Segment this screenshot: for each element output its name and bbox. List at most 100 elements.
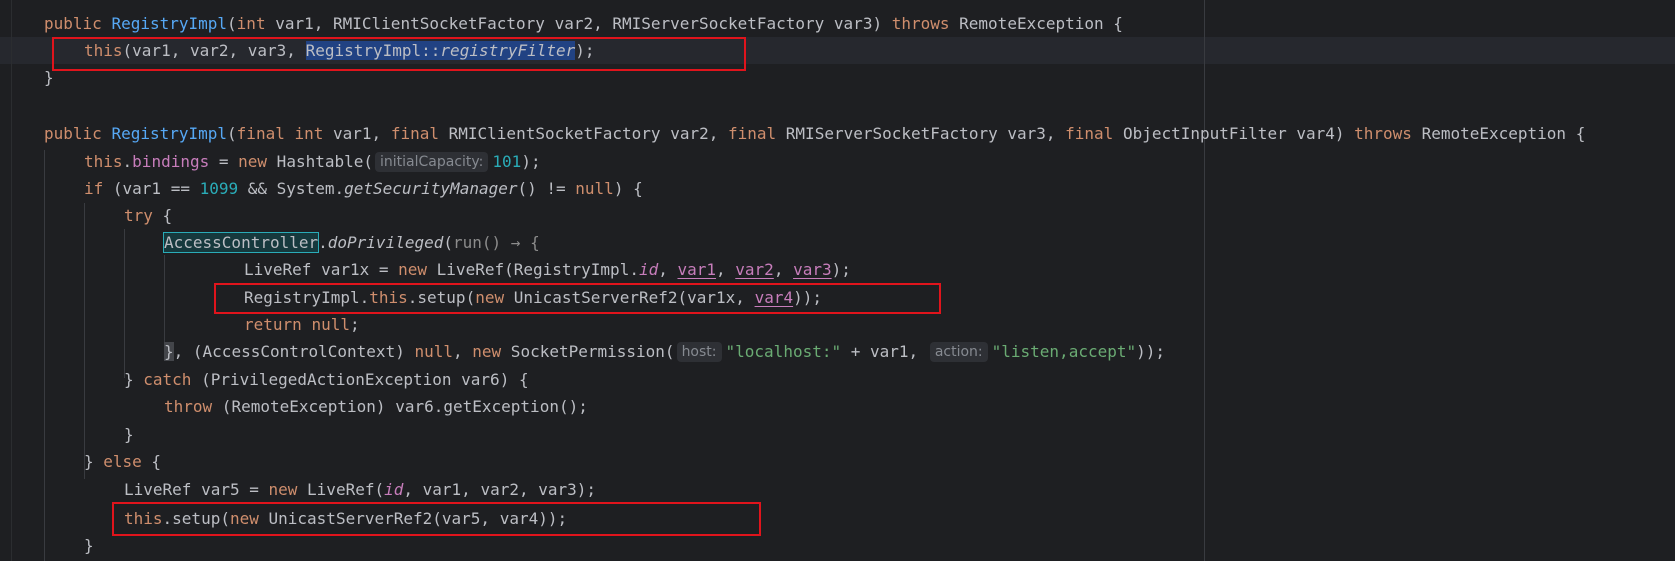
method-call: getSecurityManager [344, 179, 518, 198]
code-text: , var1, var2, var3); [403, 480, 597, 499]
code-text: . [122, 152, 133, 171]
keyword: final [390, 124, 439, 143]
code-text: . [318, 233, 328, 252]
code-line-3[interactable]: } [44, 64, 54, 91]
code-line-5[interactable]: this.bindings = new Hashtable(initialCap… [84, 148, 541, 175]
code-text: ; [349, 315, 360, 334]
code-text: (var1, var2, var3, [122, 41, 306, 60]
code-text: { [152, 206, 173, 225]
code-text: , (AccessControlContext) [173, 342, 415, 361]
code-text: , [773, 260, 794, 279]
code-line-19[interactable]: } [84, 532, 94, 559]
code-text: RemoteException { [1411, 124, 1586, 143]
keyword: null [311, 315, 350, 334]
static-field-ref: id [384, 480, 404, 499]
code-text: RegistryImpl. [244, 288, 370, 307]
code-text: .setup( [162, 509, 230, 528]
keyword: final [1065, 124, 1114, 143]
code-line-11[interactable]: return null; [244, 311, 360, 338]
code-line-7[interactable]: try { [124, 202, 172, 229]
selected-class-ref: RegistryImpl:: [305, 41, 441, 60]
code-line-17[interactable]: LiveRef var5 = new LiveRef(id, var1, var… [124, 476, 596, 503]
code-text: )); [793, 288, 822, 307]
keyword: catch [143, 370, 192, 389]
code-editor[interactable]: public RegistryImpl(int var1, RMIClientS… [0, 0, 1675, 561]
captured-variable: var4 [754, 288, 794, 307]
code-text: } [124, 370, 144, 389]
indent-guide [124, 229, 125, 378]
code-line-12[interactable]: }, (AccessControlContext) null, new Sock… [164, 338, 1165, 365]
code-text: RMIServerSocketFactory var3, [776, 124, 1066, 143]
keyword: final [236, 124, 285, 143]
captured-variable: var1 [677, 260, 717, 279]
number-literal: 1099 [199, 179, 239, 198]
code-text: ObjectInputFilter var4) [1113, 124, 1355, 143]
parameter-hint: host: [676, 342, 722, 362]
code-text: = [209, 152, 239, 171]
code-text: } [84, 452, 104, 471]
code-text: var1, RMIClientSocketFactory var2, RMISe… [265, 14, 892, 33]
captured-variable: var3 [793, 260, 832, 279]
keyword: new [398, 260, 428, 279]
code-line-14[interactable]: throw (RemoteException) var6.getExceptio… [164, 393, 588, 420]
keyword: return [244, 315, 302, 334]
static-field-ref: id [638, 260, 659, 279]
keyword: null [414, 342, 453, 361]
code-text: .setup( [407, 288, 476, 307]
right-margin-guide [1204, 0, 1205, 561]
keyword: this [84, 152, 123, 171]
code-text: LiveRef var5 = [124, 480, 269, 499]
keyword: public [44, 14, 102, 33]
code-text: ( [227, 14, 237, 33]
highlighted-class-ref[interactable]: AccessController [162, 232, 320, 253]
code-line-2[interactable]: this(var1, var2, var3, RegistryImpl::reg… [84, 37, 595, 64]
keyword: new [229, 509, 259, 528]
code-text: LiveRef(RegistryImpl. [427, 260, 639, 279]
keyword: public [44, 124, 102, 143]
code-text: LiveRef var1x = [244, 260, 399, 279]
code-line-18[interactable]: this.setup(new UnicastServerRef2(var5, v… [124, 505, 567, 532]
indent-guide [84, 203, 85, 479]
constructor-name: RegistryImpl [111, 124, 228, 143]
code-line-13[interactable]: } catch (PrivilegedActionException var6)… [124, 366, 529, 393]
keyword: this [369, 288, 408, 307]
keyword: null [575, 179, 614, 198]
field-ref: bindings [132, 152, 210, 171]
parameter-hint: initialCapacity: [375, 152, 489, 172]
constructor-name: RegistryImpl [111, 14, 228, 33]
code-line-16[interactable]: } else { [84, 448, 161, 475]
code-line-15[interactable]: } [124, 421, 134, 448]
lambda-fold[interactable]: run() → { [453, 233, 540, 252]
code-text: && System. [238, 179, 345, 198]
code-text: UnicastServerRef2(var1x, [504, 288, 755, 307]
closing-brace: } [124, 425, 134, 444]
keyword: final [727, 124, 777, 143]
closing-brace: } [84, 536, 94, 555]
code-text: (var1 == [103, 179, 200, 198]
selected-text[interactable]: RegistryImpl::registryFilter [305, 41, 576, 60]
code-text: , [658, 260, 678, 279]
code-line-1[interactable]: public RegistryImpl(int var1, RMIClientS… [44, 10, 1123, 37]
code-text: LiveRef( [297, 480, 385, 499]
code-line-6[interactable]: if (var1 == 1099 && System.getSecurityMa… [84, 175, 643, 202]
code-line-9[interactable]: LiveRef var1x = new LiveRef(RegistryImpl… [244, 256, 851, 283]
captured-variable: var2 [735, 260, 774, 279]
closing-brace: } [44, 68, 54, 87]
code-text: ) { [613, 179, 643, 198]
code-line-4[interactable]: public RegistryImpl(final int var1, fina… [44, 120, 1585, 147]
keyword: new [472, 342, 502, 361]
keyword: throw [164, 397, 213, 416]
code-text: () != [517, 179, 576, 198]
code-text: RemoteException { [949, 14, 1123, 33]
keyword: this [84, 41, 123, 60]
code-line-8[interactable]: AccessController.doPrivileged(run() → { [162, 229, 540, 256]
code-text: ( [227, 124, 237, 143]
keyword: int [236, 14, 266, 33]
code-line-10[interactable]: RegistryImpl.this.setup(new UnicastServe… [244, 284, 822, 311]
code-text: , [716, 260, 736, 279]
code-text: , [453, 342, 473, 361]
keyword: new [268, 480, 298, 499]
code-text: { [141, 452, 162, 471]
selected-method-ref: registryFilter [440, 41, 576, 60]
keyword: throws [891, 14, 950, 33]
